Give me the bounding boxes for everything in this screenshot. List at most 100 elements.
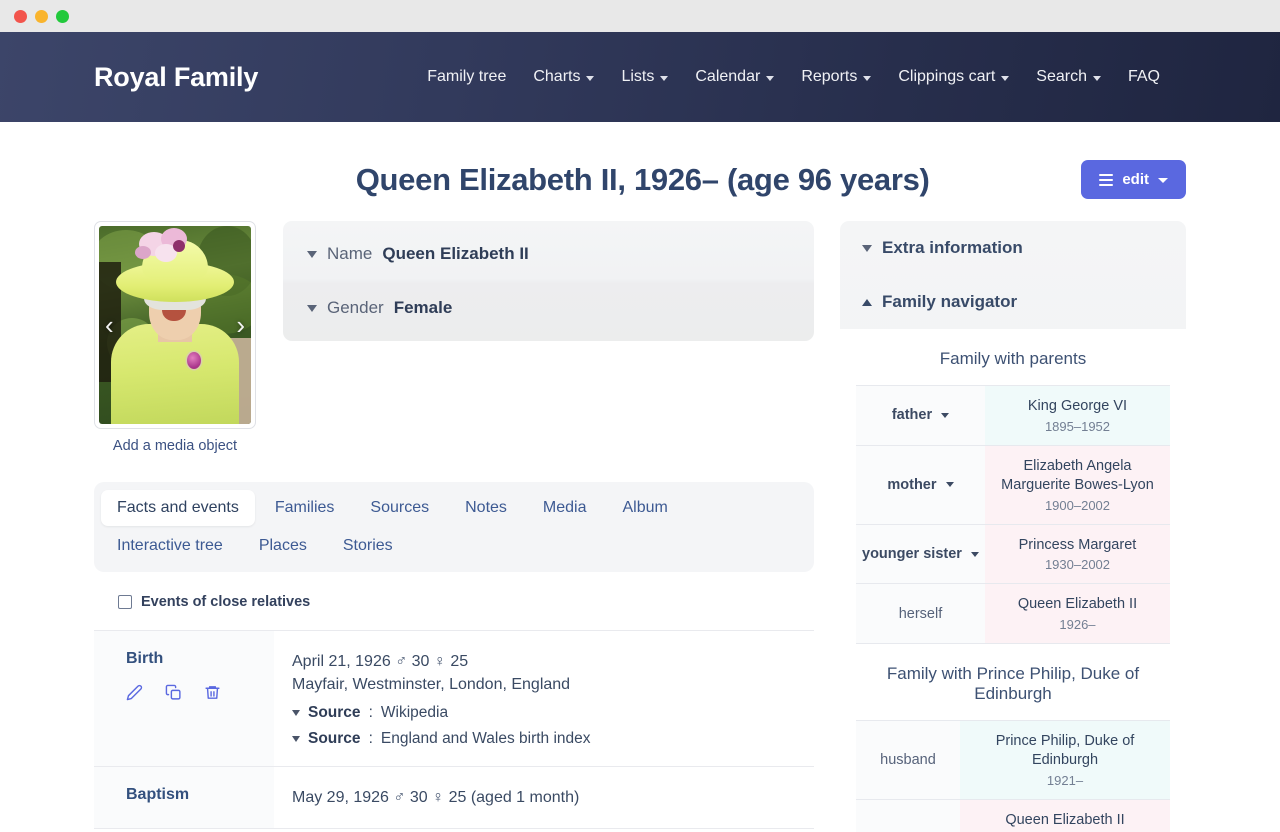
relation-cell-wife: [856, 798, 960, 832]
event-row-baptism: Baptism May 29, 1926 ♂ 30 ♀ 25 (aged 1 m…: [94, 767, 814, 829]
person-dates: 1926–: [1059, 617, 1096, 633]
event-title: Baptism: [126, 786, 190, 804]
nav-label: Clippings cart: [898, 68, 996, 85]
table-row: Queen Elizabeth II: [856, 798, 1170, 832]
tab-notes[interactable]: Notes: [449, 490, 523, 526]
chevron-down-icon: [970, 551, 979, 557]
edit-button-label: edit: [1122, 171, 1149, 188]
media-next-arrow[interactable]: ›: [232, 312, 249, 338]
nav-label: FAQ: [1127, 68, 1160, 85]
triangle-up-icon: [862, 298, 872, 306]
relation-label: mother: [887, 476, 937, 493]
person-cell[interactable]: Queen Elizabeth II: [960, 798, 1170, 832]
triangle-down-icon: [292, 736, 300, 743]
nav-item-search[interactable]: Search: [1036, 68, 1101, 86]
media-frame: ‹ ›: [94, 221, 256, 429]
person-name: Elizabeth Angela Marguerite Bowes-Lyon: [1001, 457, 1154, 493]
page-root: Royal Family Family tree Charts Lists Ca…: [0, 32, 1280, 832]
sidebar-card: Extra information Family navigator Famil…: [840, 221, 1186, 832]
mother-age: 25: [448, 789, 467, 807]
name-fact-row[interactable]: Name Queen Elizabeth II: [283, 227, 814, 281]
nav-item-family-tree[interactable]: Family tree: [427, 68, 506, 86]
relation-cell-younger-sister[interactable]: younger sister: [856, 523, 985, 585]
add-media-object-link[interactable]: Add a media object: [94, 438, 256, 454]
table-row: father King George VI 1895–1952: [856, 385, 1170, 446]
female-symbol-icon: ♀: [432, 789, 445, 807]
person-name: Princess Margaret: [1018, 536, 1137, 553]
tab-facts-and-events[interactable]: Facts and events: [101, 490, 255, 526]
father-age: 30: [409, 789, 428, 807]
triangle-down-icon: [307, 304, 317, 312]
title-row: Queen Elizabeth II, 1926– (age 96 years)…: [94, 122, 1186, 221]
delete-trash-icon[interactable]: [204, 684, 221, 701]
nav-item-calendar[interactable]: Calendar: [695, 68, 775, 86]
chevron-down-icon: [941, 413, 950, 419]
person-cell[interactable]: Elizabeth Angela Marguerite Bowes-Lyon 1…: [984, 444, 1170, 525]
event-header: Birth: [94, 631, 274, 767]
tab-interactive-tree[interactable]: Interactive tree: [101, 528, 239, 564]
relation-cell-herself: herself: [856, 583, 985, 645]
nav-item-faq[interactable]: FAQ: [1128, 68, 1160, 86]
tab-sources[interactable]: Sources: [354, 490, 445, 526]
media-box: ‹ › Add a media object: [94, 221, 256, 454]
site-title[interactable]: Royal Family: [94, 62, 258, 93]
family-group-title: Family with parents: [939, 349, 1087, 368]
relation-label: younger sister: [862, 545, 962, 562]
tab-stories[interactable]: Stories: [327, 528, 409, 564]
event-source-row[interactable]: Source: England and Wales birth index: [292, 730, 814, 748]
source-value: Wikipedia: [380, 704, 449, 722]
zoom-window-button[interactable]: [56, 9, 69, 23]
family-navigator-header[interactable]: Family navigator: [840, 275, 1186, 329]
person-cell[interactable]: Princess Margaret 1930–2002: [984, 523, 1170, 585]
nav-item-charts[interactable]: Charts: [533, 68, 595, 86]
close-window-button[interactable]: [14, 9, 27, 23]
mother-age: 25: [450, 653, 469, 670]
age-note: (aged 1 month): [470, 789, 580, 807]
nav-item-clippings-cart[interactable]: Clippings cart: [898, 68, 1010, 86]
family-table: husband Prince Philip, Duke of Edinburgh…: [856, 720, 1170, 832]
extra-information-header[interactable]: Extra information: [840, 221, 1186, 275]
media-prev-arrow[interactable]: ‹: [101, 312, 118, 338]
edit-button[interactable]: edit: [1081, 160, 1186, 199]
nav-item-reports[interactable]: Reports: [801, 68, 872, 86]
individual-photo[interactable]: [99, 226, 251, 424]
events-of-close-relatives-checkbox[interactable]: [118, 595, 132, 609]
copy-icon[interactable]: [165, 684, 182, 701]
chevron-down-icon: [586, 76, 595, 81]
minimize-window-button[interactable]: [35, 9, 48, 23]
person-name: Queen Elizabeth II: [1005, 811, 1125, 828]
tab-album[interactable]: Album: [606, 490, 683, 526]
nav-label: Lists: [621, 68, 655, 85]
table-row: younger sister Princess Margaret 1930–20…: [856, 523, 1170, 585]
tab-families[interactable]: Families: [259, 490, 351, 526]
person-name: Prince Philip, Duke of Edinburgh: [995, 733, 1135, 769]
family-navigator-panel: Family with parents father King George V…: [840, 329, 1186, 832]
event-place[interactable]: Mayfair, Westminster, London, England: [292, 673, 814, 696]
table-row: herself Queen Elizabeth II 1926–: [856, 583, 1170, 645]
tab-places[interactable]: Places: [243, 528, 323, 564]
relation-cell-father[interactable]: father: [856, 385, 985, 446]
person-dates: 1900–2002: [1044, 497, 1111, 513]
person-cell[interactable]: Queen Elizabeth II 1926–: [984, 583, 1170, 645]
gender-fact-row[interactable]: Gender Female: [283, 281, 814, 335]
event-details: April 21, 1926 ♂ 30 ♀ 25 Mayfair, Westmi…: [274, 631, 814, 766]
person-cell[interactable]: King George VI 1895–1952: [984, 385, 1170, 446]
event-source-row[interactable]: Source: Wikipedia: [292, 704, 814, 722]
nav-label: Calendar: [695, 68, 761, 85]
person-dates: 1930–2002: [1044, 557, 1111, 573]
nav-item-lists[interactable]: Lists: [621, 68, 669, 86]
person-cell[interactable]: Prince Philip, Duke of Edinburgh 1921–: [960, 720, 1170, 800]
tab-media[interactable]: Media: [527, 490, 603, 526]
event-date-line: April 21, 1926 ♂ 30 ♀ 25: [292, 650, 814, 673]
event-date: April 21, 1926: [292, 653, 391, 670]
relation-cell-mother[interactable]: mother: [856, 444, 985, 525]
main-content: Queen Elizabeth II, 1926– (age 96 years)…: [0, 122, 1280, 832]
events-of-close-relatives-row: Events of close relatives: [94, 572, 814, 631]
nav-label: Family tree: [427, 68, 507, 85]
father-age: 30: [411, 653, 430, 670]
nav-label: Reports: [801, 68, 858, 85]
triangle-down-icon: [307, 250, 317, 258]
chevron-down-icon: [945, 482, 954, 488]
edit-pencil-icon[interactable]: [126, 684, 143, 701]
columns: ‹ › Add a media object Name Queen Elizab…: [94, 221, 1186, 832]
